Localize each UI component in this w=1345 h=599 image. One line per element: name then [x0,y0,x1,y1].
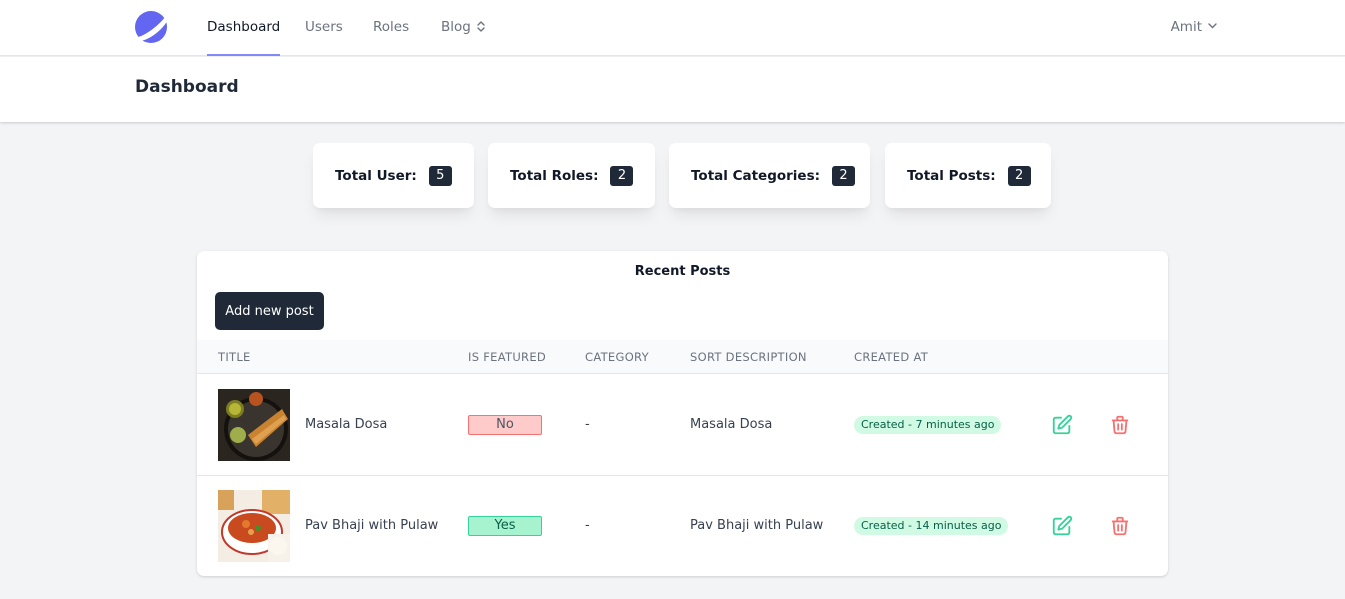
created-at-badge: Created - 14 minutes ago [854,517,1009,535]
column-header-featured: IS FEATURED [468,350,547,364]
nav-link-blog[interactable]: Blog [441,0,485,56]
stat-card-categories: Total Categories: 2 [669,143,870,208]
stat-count-badge: 2 [1007,165,1031,186]
stat-label: Total Posts: [907,167,996,184]
panel-title: Recent Posts [634,264,731,279]
nav-link-roles[interactable]: Roles [373,0,409,56]
recent-posts-panel: Recent Posts Add new post TITLE IS FEATU… [197,251,1168,576]
stat-count-badge: 2 [832,165,856,186]
post-thumbnail [218,389,290,461]
column-header-created: CREATED AT [854,350,929,364]
user-name: Amit [1170,19,1202,35]
add-new-post-button[interactable]: Add new post [215,292,324,330]
post-title: Pav Bhaji with Pulaw [305,518,439,533]
top-navbar: Dashboard Users Roles Blog Amit [0,0,1345,56]
chevron-down-icon [1208,23,1217,29]
featured-badge: Yes [468,516,542,536]
stat-card-roles: Total Roles: 2 [488,143,655,208]
column-header-description: SORT DESCRIPTION [690,350,807,364]
stat-card-posts: Total Posts: 2 [885,143,1051,208]
stat-label: Total Categories: [691,167,821,184]
post-category: - [585,518,590,533]
created-at-badge: Created - 7 minutes ago [854,416,1002,434]
post-thumbnail [218,490,290,562]
post-description: Pav Bhaji with Pulaw [690,518,824,533]
page-header: Dashboard [0,57,1345,122]
planet-logo-icon[interactable] [135,11,167,43]
table-header: TITLE IS FEATURED CATEGORY SORT DESCRIPT… [197,340,1168,374]
trash-icon[interactable] [1109,515,1131,537]
table-row: Pav Bhaji with Pulaw Yes - Pav Bhaji wit… [197,476,1168,576]
edit-icon[interactable] [1051,414,1073,436]
sort-icon [477,20,485,32]
column-header-category: CATEGORY [585,350,649,364]
nav-link-dashboard[interactable]: Dashboard [207,0,281,56]
table-row: Masala Dosa No - Masala Dosa Created - 7… [197,375,1168,476]
trash-icon[interactable] [1109,414,1131,436]
featured-badge: No [468,415,542,435]
stat-count-badge: 5 [428,165,452,186]
post-title: Masala Dosa [305,417,388,432]
column-header-title: TITLE [218,350,251,364]
post-category: - [585,417,590,432]
edit-icon[interactable] [1051,515,1073,537]
stat-label: Total User: [335,167,417,184]
stat-card-users: Total User: 5 [313,143,474,208]
nav-link-blog-label: Blog [441,19,471,35]
user-menu[interactable]: Amit [1171,0,1217,56]
post-description: Masala Dosa [690,417,773,432]
page-title: Dashboard [135,77,239,97]
stat-count-badge: 2 [610,165,634,186]
stat-label: Total Roles: [510,167,599,184]
nav-link-users[interactable]: Users [305,0,343,56]
